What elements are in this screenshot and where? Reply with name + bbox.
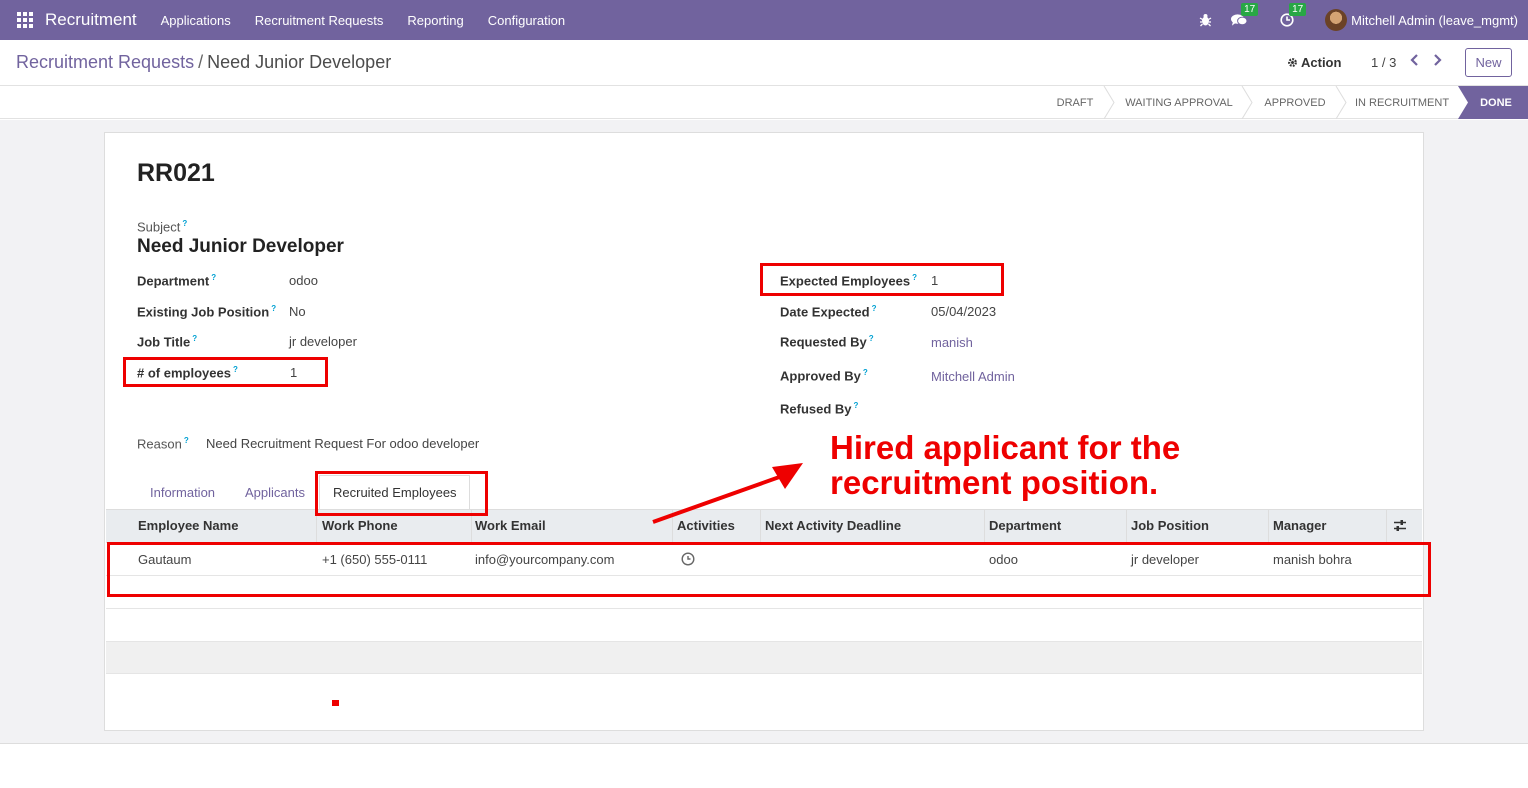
reason-value[interactable]: Need Recruitment Request For odoo develo… bbox=[206, 436, 479, 451]
annotation-text: Hired applicant for the recruitment posi… bbox=[830, 430, 1180, 500]
annotation-line-2: recruitment position. bbox=[830, 464, 1159, 501]
breadcrumb: Recruitment Requests / Need Junior Develop… bbox=[16, 52, 391, 73]
col-employee-name[interactable]: Employee Name bbox=[138, 518, 238, 533]
highlight-recruited-tab bbox=[315, 471, 488, 516]
requested-by-value[interactable]: manish bbox=[931, 335, 973, 350]
systray: 17 17 Mitchell Admin (leave_mgmt) bbox=[1179, 0, 1518, 40]
top-navbar: Recruitment Applications Recruitment Req… bbox=[0, 0, 1528, 40]
col-manager[interactable]: Manager bbox=[1273, 518, 1326, 533]
tab-information[interactable]: Information bbox=[150, 485, 215, 500]
menu-applications[interactable]: Applications bbox=[149, 13, 243, 28]
date-expected-value[interactable]: 05/04/2023 bbox=[931, 304, 996, 319]
apps-grid-icon[interactable] bbox=[17, 12, 33, 28]
breadcrumb-current: Need Junior Developer bbox=[207, 52, 392, 72]
table-footer bbox=[106, 641, 1422, 674]
control-panel: Recruitment Requests / Need Junior Develop… bbox=[0, 40, 1528, 86]
stage-in-recruitment[interactable]: IN RECRUITMENT bbox=[1346, 86, 1458, 119]
highlight-expected-employees bbox=[760, 263, 1004, 296]
chevron-left-icon[interactable] bbox=[1410, 53, 1420, 72]
annotation-dot bbox=[332, 700, 339, 706]
activities-badge: 17 bbox=[1289, 3, 1307, 16]
chat-icon[interactable]: 17 bbox=[1231, 3, 1259, 28]
annotation-arrow bbox=[652, 463, 803, 524]
job-title-value[interactable]: jr developer bbox=[289, 334, 357, 349]
breadcrumb-parent[interactable]: Recruitment Requests bbox=[16, 52, 194, 72]
existing-job-label: Existing Job Position? bbox=[137, 304, 277, 320]
requested-by-label: Requested By? bbox=[780, 334, 874, 350]
tab-applicants[interactable]: Applicants bbox=[245, 485, 305, 500]
pager-value[interactable]: 1 / 3 bbox=[1371, 55, 1396, 70]
department-label: Department? bbox=[137, 273, 217, 289]
optional-columns-icon[interactable] bbox=[1393, 519, 1407, 535]
stage-waiting-approval[interactable]: WAITING APPROVAL bbox=[1114, 86, 1244, 119]
record-reference: RR021 bbox=[137, 159, 215, 187]
date-expected-label: Date Expected? bbox=[780, 304, 877, 320]
app-brand[interactable]: Recruitment bbox=[45, 10, 137, 30]
col-job-position[interactable]: Job Position bbox=[1131, 518, 1209, 533]
menu-reporting[interactable]: Reporting bbox=[395, 13, 475, 28]
col-work-phone[interactable]: Work Phone bbox=[322, 518, 398, 533]
user-avatar[interactable] bbox=[1325, 9, 1348, 31]
reason-label: Reason? bbox=[137, 436, 189, 452]
highlight-employee-row bbox=[107, 542, 1431, 597]
breadcrumb-separator: / bbox=[198, 52, 204, 72]
highlight-num-employees bbox=[123, 357, 328, 387]
action-button[interactable]: Action bbox=[1287, 55, 1341, 70]
action-label: Action bbox=[1301, 55, 1342, 70]
column-separator bbox=[984, 510, 985, 544]
chevron-right-icon[interactable] bbox=[1432, 53, 1442, 72]
refused-by-label: Refused By? bbox=[780, 401, 859, 417]
bug-icon[interactable] bbox=[1197, 12, 1213, 28]
approved-by-label: Approved By? bbox=[780, 368, 868, 384]
col-work-email[interactable]: Work Email bbox=[475, 518, 546, 533]
stage-done[interactable]: DONE bbox=[1468, 86, 1524, 119]
activity-clock-icon[interactable]: 17 bbox=[1279, 3, 1307, 28]
stage-approved[interactable]: APPROVED bbox=[1252, 86, 1338, 119]
user-menu[interactable]: Mitchell Admin (leave_mgmt) bbox=[1351, 13, 1518, 28]
menu-configuration[interactable]: Configuration bbox=[476, 13, 577, 28]
department-value[interactable]: odoo bbox=[289, 273, 318, 288]
new-button[interactable]: New bbox=[1465, 48, 1512, 77]
messages-badge: 17 bbox=[1241, 3, 1259, 16]
annotation-line-1: Hired applicant for the bbox=[830, 429, 1181, 466]
stage-draft[interactable]: DRAFT bbox=[1044, 86, 1106, 119]
subject-value[interactable]: Need Junior Developer bbox=[137, 236, 344, 258]
gear-icon bbox=[1288, 58, 1297, 67]
menu-recruitment-requests[interactable]: Recruitment Requests bbox=[243, 13, 396, 28]
status-bar: DRAFT WAITING APPROVAL APPROVED IN RECRU… bbox=[0, 86, 1528, 119]
column-separator bbox=[1268, 510, 1269, 544]
column-separator bbox=[1126, 510, 1127, 544]
subject-label: Subject? bbox=[137, 219, 188, 235]
existing-job-value[interactable]: No bbox=[289, 304, 306, 319]
column-separator bbox=[1386, 510, 1387, 544]
col-department[interactable]: Department bbox=[989, 518, 1061, 533]
approved-by-value[interactable]: Mitchell Admin bbox=[931, 369, 1015, 384]
top-menu: Applications Recruitment Requests Report… bbox=[149, 13, 577, 28]
job-title-label: Job Title? bbox=[137, 334, 198, 350]
row-divider bbox=[106, 608, 1422, 609]
